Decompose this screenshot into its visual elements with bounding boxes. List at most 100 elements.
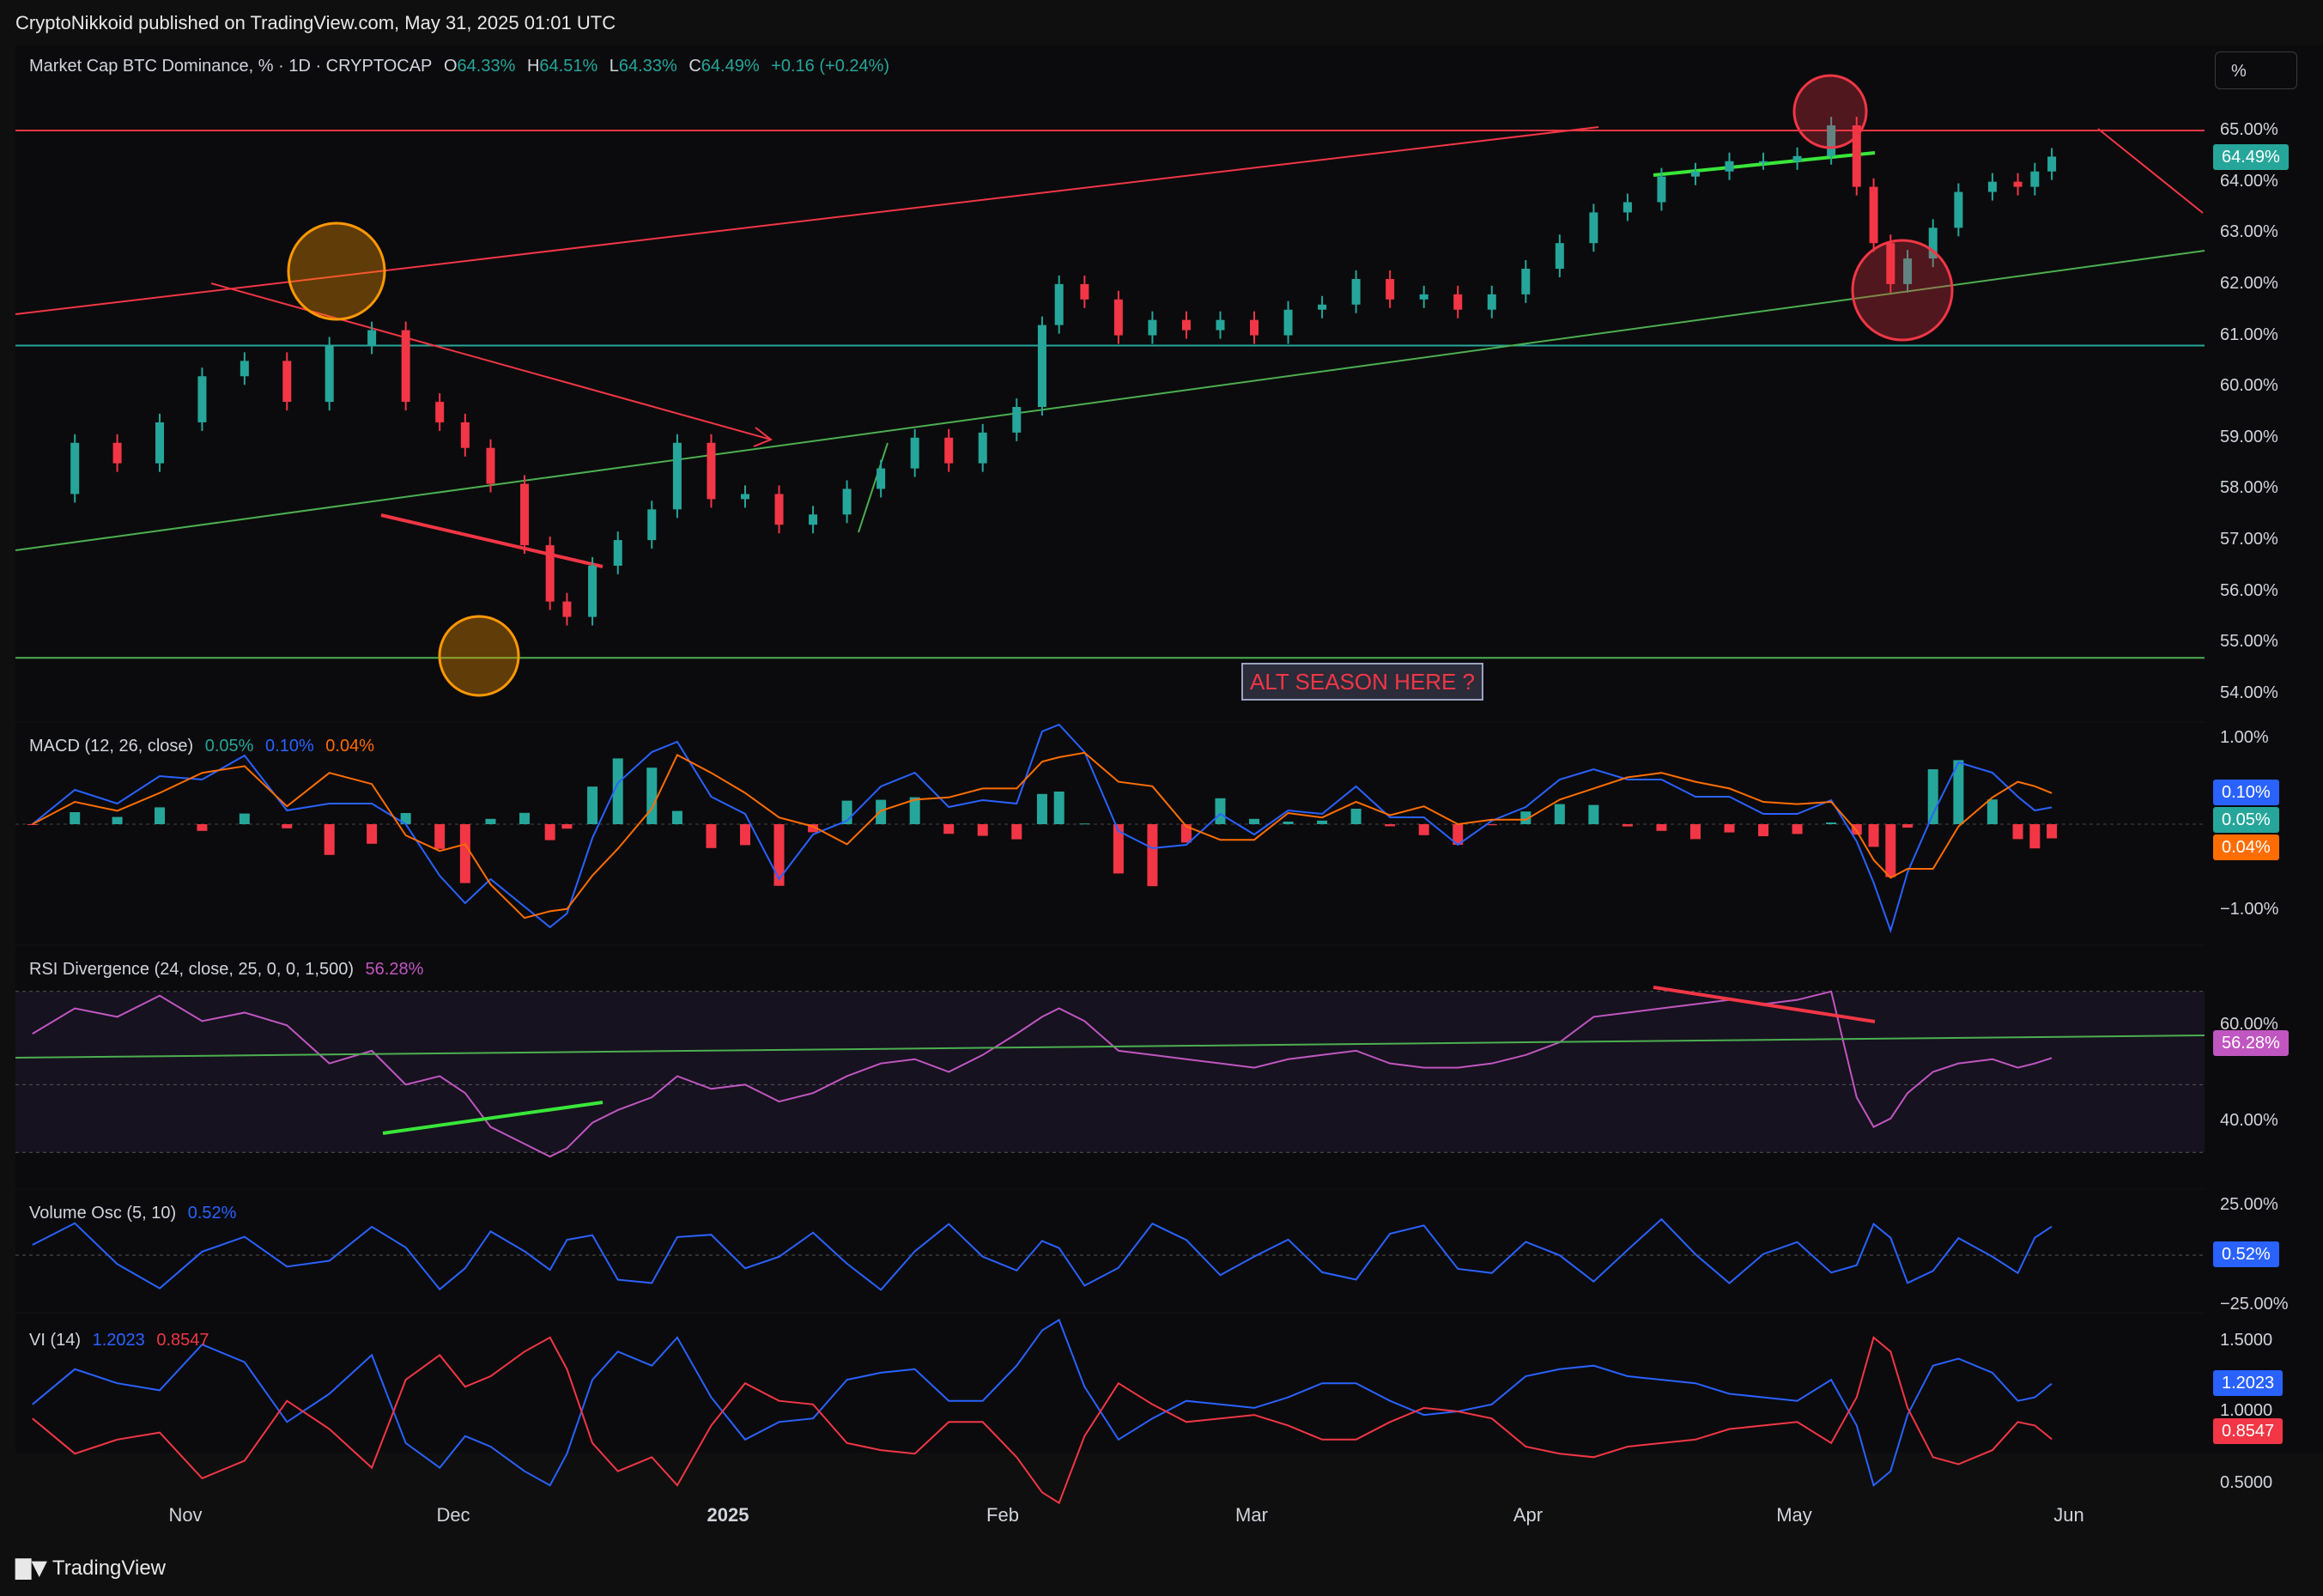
macd-hist-bar xyxy=(671,810,682,824)
macd-hist-bar xyxy=(1215,798,1226,824)
alt-season-annotation[interactable]: ALT SEASON HERE ? xyxy=(1241,663,1484,701)
price-tick: 57.00% xyxy=(2220,530,2278,549)
macd-hist-bar xyxy=(1147,824,1158,887)
tradingview-logo-icon: ▇▼ xyxy=(15,1556,47,1580)
macd-hist-bar xyxy=(1689,824,1701,840)
candle-body xyxy=(1521,269,1531,294)
macd-hist-bar xyxy=(239,813,250,824)
macd-hist-bar xyxy=(1758,824,1769,836)
candle-body xyxy=(197,376,207,422)
rsi-legend: RSI Divergence (24, close, 25, 0, 0, 1,5… xyxy=(29,960,430,980)
candle-body xyxy=(1012,407,1022,433)
candle-body xyxy=(741,494,749,500)
macd-hist-bar xyxy=(1350,809,1362,824)
macd-hist-bar xyxy=(1792,824,1803,834)
price-tick: 62.00% xyxy=(2220,273,2278,293)
volosc-title[interactable]: Volume Osc (5, 10) xyxy=(29,1204,176,1223)
rsi-tag: 56.28% xyxy=(2213,1030,2289,1056)
macd-hist-bar xyxy=(2029,824,2041,849)
candle-body xyxy=(809,514,818,525)
rsi-tick-40: 40.00% xyxy=(2220,1111,2278,1130)
open-value: 64.33% xyxy=(457,57,516,76)
volosc-value: 0.52% xyxy=(187,1204,237,1223)
candle-body xyxy=(876,468,886,489)
candle-body xyxy=(1759,161,1768,163)
macd-title[interactable]: MACD (12, 26, close) xyxy=(29,737,193,756)
candle-body xyxy=(1216,319,1225,331)
macd-hist-bar xyxy=(1418,824,1429,835)
candle-body xyxy=(1283,309,1293,336)
price-tag: 64.49% xyxy=(2213,144,2289,170)
candle-body xyxy=(1181,319,1191,331)
macd-signal-value: 0.04% xyxy=(325,737,375,756)
footer-bar xyxy=(0,1547,2323,1596)
projection-line xyxy=(2097,128,2204,214)
vi-plus-line xyxy=(32,1318,2053,1487)
vi-title[interactable]: VI (14) xyxy=(29,1331,81,1350)
candle-body xyxy=(460,422,470,448)
candle-body xyxy=(1589,212,1598,244)
candle-body xyxy=(707,442,716,500)
macd-hist-bar xyxy=(324,824,335,855)
candle-body xyxy=(324,345,334,403)
candle-body xyxy=(486,447,495,484)
macd-tick-bottom: −1.00% xyxy=(2220,900,2279,919)
high-label: H xyxy=(526,57,540,76)
main-legend: Market Cap BTC Dominance, % · 1D · CRYPT… xyxy=(29,57,896,76)
x-tick-feb: Feb xyxy=(986,1504,1019,1526)
price-tick: 55.00% xyxy=(2220,632,2278,652)
candle-body xyxy=(240,361,249,377)
vi-legend: VI (14) 1.2023 0.8547 xyxy=(29,1331,216,1350)
candle-body xyxy=(1037,325,1046,408)
macd-hist-bar xyxy=(740,824,750,846)
macd-hist-bar xyxy=(1283,822,1294,824)
candle-body xyxy=(1419,294,1428,300)
candle-body xyxy=(562,601,572,617)
candle-body xyxy=(282,361,292,403)
macd-hist-bar xyxy=(943,824,955,834)
tradingview-logo[interactable]: ▇▼ TradingView xyxy=(15,1556,166,1581)
candle-body xyxy=(672,442,682,510)
price-tick: 64.00% xyxy=(2220,171,2278,191)
macd-hist-bar xyxy=(1554,804,1565,824)
candle-body xyxy=(1622,202,1632,213)
rsi-title[interactable]: RSI Divergence (24, close, 25, 0, 0, 1,5… xyxy=(29,960,354,979)
open-label: O xyxy=(443,57,458,76)
candle-body xyxy=(944,437,954,464)
candle-body xyxy=(545,545,555,602)
vi-plus-value: 1.2023 xyxy=(92,1331,145,1350)
candle-body xyxy=(842,489,852,515)
candle-body xyxy=(1113,299,1123,336)
price-tick: 56.00% xyxy=(2220,580,2278,600)
macd-hist-bar xyxy=(1986,799,1998,824)
macd-tick-top: 1.00% xyxy=(2220,728,2269,747)
macd-hist-bar xyxy=(1036,793,1047,824)
signal-line xyxy=(32,751,2053,919)
candle-body xyxy=(774,494,784,525)
vi-plus-tag: 1.2023 xyxy=(2213,1370,2284,1396)
symbol-title[interactable]: Market Cap BTC Dominance, % · 1D · CRYPT… xyxy=(29,57,432,76)
macd-hist-bar xyxy=(1053,792,1064,824)
x-tick-apr: Apr xyxy=(1513,1504,1544,1526)
x-tick-jun: Jun xyxy=(2053,1504,2084,1526)
chart-canvas xyxy=(15,74,2205,1505)
candle-body xyxy=(1555,243,1564,270)
down-arrow-line xyxy=(210,282,772,440)
vi-tick-15: 1.5000 xyxy=(2220,1331,2273,1350)
candle-body xyxy=(70,442,80,495)
macd-hist-bar xyxy=(112,816,123,824)
macd-hist-bar xyxy=(1385,824,1396,827)
candle-body xyxy=(1148,319,1157,336)
candle-body xyxy=(1987,181,1997,192)
low-value: 64.33% xyxy=(618,57,677,76)
candle-body xyxy=(1869,186,1878,244)
percent-scale-button[interactable]: % xyxy=(2215,52,2297,89)
close-label: C xyxy=(688,57,701,76)
candle-body xyxy=(401,330,410,403)
macd-hist-bar xyxy=(367,824,378,844)
price-tick: 54.00% xyxy=(2220,683,2278,702)
macd-legend: MACD (12, 26, close) 0.05% 0.10% 0.04% xyxy=(29,737,381,756)
vi-minus-line xyxy=(32,1336,2053,1505)
macd-hist-bar xyxy=(1622,824,1633,827)
candle-body xyxy=(613,540,622,566)
